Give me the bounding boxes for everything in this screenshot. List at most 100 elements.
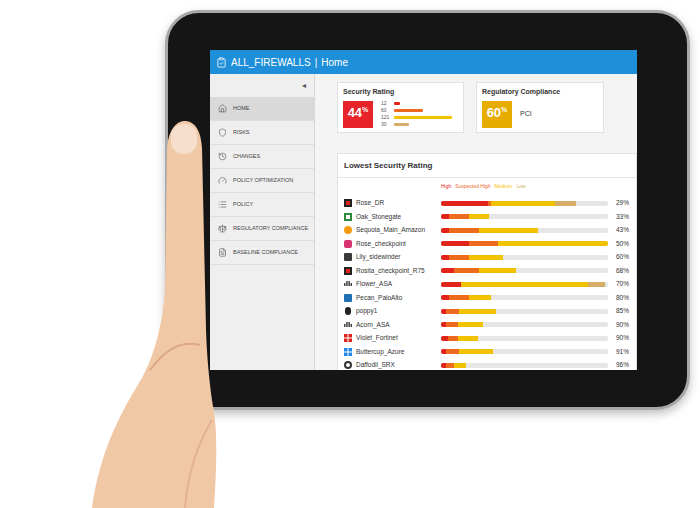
firewall-row[interactable]: Buttercup_Azure91% xyxy=(338,345,636,359)
rating-breakdown: 126012130 xyxy=(381,101,452,128)
sidebar-label: REGULATORY COMPLIANCE xyxy=(233,224,308,232)
regulatory-compliance-card[interactable]: Regulatory Compliance60%PCI xyxy=(476,82,604,133)
firewall-name: Oak_Stonegate xyxy=(356,212,401,222)
rating-bar-track xyxy=(441,336,608,341)
sidebar-item[interactable]: REGULATORY COMPLIANCE xyxy=(210,217,314,241)
breakdown-count: 12 xyxy=(381,101,391,106)
rating-bar-suspected xyxy=(446,322,458,327)
collapse-button[interactable]: ◂ xyxy=(302,80,306,92)
firewall-name: Acorn_ASA xyxy=(356,320,390,330)
rating-bar-track xyxy=(441,268,608,273)
firewall-name-cell: Rose_checkpoint xyxy=(344,239,441,249)
firewall-name: Rosita_checkpoint_R75 xyxy=(356,266,425,276)
firewall-row[interactable]: Rosita_checkpoint_R75 68% xyxy=(338,264,636,278)
value-number: 60 xyxy=(487,106,501,119)
rating-bar-high xyxy=(441,201,488,206)
breakdown-fill xyxy=(394,109,423,112)
rating-bar-track xyxy=(441,228,608,233)
rating-bar-medium xyxy=(458,322,483,327)
rating-bar-track xyxy=(441,295,608,300)
firewall-name: Buttercup_Azure xyxy=(356,347,404,357)
firewall-percent: 90% xyxy=(608,320,630,330)
card-title: Security Rating xyxy=(343,87,458,98)
firewall-name: Rose_checkpoint xyxy=(356,239,406,249)
sidebar-item[interactable]: HOME xyxy=(210,97,314,121)
rating-bar-suspected xyxy=(449,228,479,233)
fortinet-vendor-icon xyxy=(344,334,352,342)
rating-bar-low xyxy=(588,282,605,287)
sidebar-item[interactable]: POLICY xyxy=(210,193,314,217)
sidebar-item[interactable]: BASELINE COMPLIANCE xyxy=(210,241,314,265)
sidebar-label: POLICY OPTIMIZATION xyxy=(233,176,293,184)
policy-icon xyxy=(218,200,227,209)
breakdown-fill xyxy=(394,123,409,126)
firewall-row[interactable]: Acorn_ASA 90% xyxy=(338,318,636,332)
value-unit: % xyxy=(362,106,368,113)
rating-bar-low xyxy=(555,201,577,206)
rating-bar-high xyxy=(441,282,461,287)
screen: ALL_FIREWALLS|Home◂HOMERISKSCHANGESPOLIC… xyxy=(210,50,637,370)
lowest-rating-card: Lowest Security RatingHighSuspected High… xyxy=(337,153,637,370)
clipboard-icon xyxy=(216,57,227,68)
firewall-name-cell: Oak_Stonegate xyxy=(344,212,441,222)
firewall-row[interactable]: Pecan_PaloAlto 80% xyxy=(338,291,636,305)
amazon-vendor-icon xyxy=(344,226,352,234)
sidewinder-vendor-icon xyxy=(344,253,352,261)
sidebar-item[interactable]: POLICY OPTIMIZATION xyxy=(210,169,314,193)
header-separator: | xyxy=(315,55,318,70)
rating-bar-track xyxy=(441,255,608,260)
rating-bar-suspected xyxy=(449,295,469,300)
optimization-icon xyxy=(218,176,227,185)
rating-bar-high xyxy=(441,336,448,341)
stonegate-vendor-icon xyxy=(344,213,352,221)
baseline-icon xyxy=(218,248,227,257)
summary-cards: Security Rating 44% 126012130 Regulatory Co… xyxy=(337,82,637,133)
firewall-row[interactable]: Violet_Fortinet90% xyxy=(338,332,636,346)
rating-bar-track xyxy=(441,282,608,287)
breakdown-row: 60 xyxy=(381,108,452,114)
security-rating-card[interactable]: Security Rating 44% 126012130 xyxy=(337,82,464,133)
cisco-vendor-icon xyxy=(344,321,352,329)
firewall-percent: 80% xyxy=(608,293,630,303)
sidebar-label: BASELINE COMPLIANCE xyxy=(233,248,298,256)
header-name: ALL_FIREWALLS xyxy=(231,55,311,70)
firewall-row[interactable]: Flower_ASA70% xyxy=(338,278,636,292)
value-number: 44 xyxy=(348,106,362,119)
firewall-name: Pecan_PaloAlto xyxy=(356,293,402,303)
juniper-vendor-icon xyxy=(344,361,352,369)
firewall-row[interactable]: Daffodil_SRX 96% xyxy=(338,359,636,371)
card-content: 44% 126012130 xyxy=(343,101,458,128)
firewall-percent: 96% xyxy=(608,360,630,370)
rating-bar-suspected xyxy=(469,241,497,246)
checkpoint-vendor-icon xyxy=(344,240,352,248)
firewall-percent: 70% xyxy=(608,279,630,289)
firewall-row[interactable]: Oak_Stonegate33% xyxy=(338,210,636,224)
legend: HighSuspected HighMediumLow xyxy=(338,178,636,197)
breakdown-track xyxy=(394,123,452,126)
sidebar-item[interactable]: CHANGES xyxy=(210,145,314,169)
compliance-standard: PCI xyxy=(520,109,532,120)
firewall-name: Daffodil_SRX xyxy=(356,360,395,370)
rating-bar-suspected xyxy=(454,268,479,273)
rating-bar-medium xyxy=(479,268,516,273)
firewall-name: poppy1 xyxy=(356,306,377,316)
rating-bar-medium xyxy=(458,336,478,341)
sidebar-item[interactable]: RISKS xyxy=(210,121,314,145)
firewall-row[interactable]: Sequoia_Main_Amazon43% xyxy=(338,224,636,238)
breakdown-row: 12 xyxy=(381,101,452,107)
breakdown-track xyxy=(394,109,452,112)
firewall-name: Sequoia_Main_Amazon xyxy=(356,225,425,235)
firewall-row[interactable]: Lily_sidewinder60% xyxy=(338,251,636,265)
legend-item: Low xyxy=(516,183,525,191)
firewall-percent: 68% xyxy=(608,266,630,276)
sidebar-label: CHANGES xyxy=(233,152,260,160)
header-bar: ALL_FIREWALLS|Home xyxy=(210,50,637,74)
firewall-name-cell: Daffodil_SRX xyxy=(344,360,441,370)
firewall-name: Rose_DR xyxy=(356,198,384,208)
firewall-percent: 29% xyxy=(608,198,630,208)
rating-bar-high xyxy=(441,228,449,233)
rating-bar-medium xyxy=(498,241,608,246)
firewall-row[interactable]: Rose_checkpoint50% xyxy=(338,237,636,251)
firewall-row[interactable]: Rose_DR 29% xyxy=(338,197,636,211)
firewall-row[interactable]: poppy185% xyxy=(338,305,636,319)
